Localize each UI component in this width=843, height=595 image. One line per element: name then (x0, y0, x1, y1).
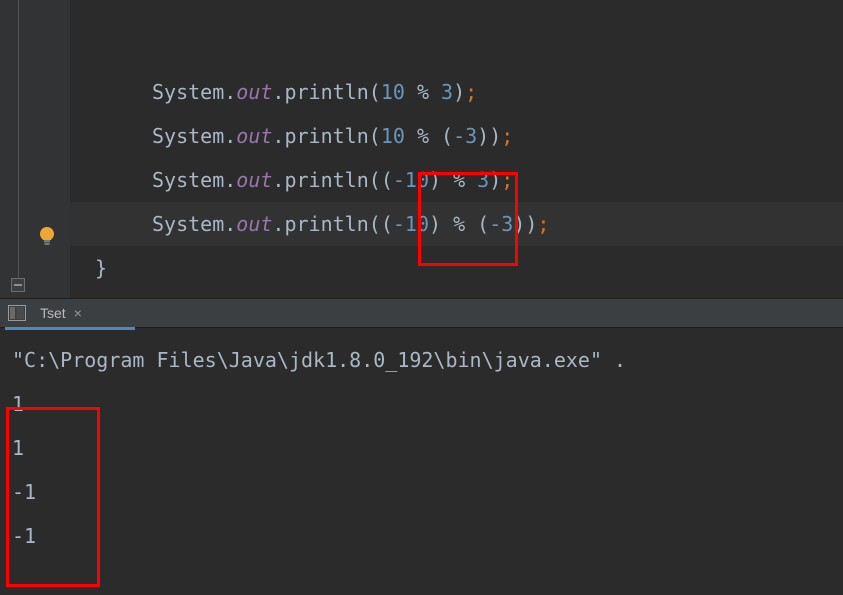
layout-icon[interactable] (8, 305, 26, 321)
code-line[interactable]: System.out.println(10 % (-3)); (70, 114, 843, 158)
console-line: 1 (12, 426, 831, 470)
method-call: println (284, 80, 368, 104)
code-line[interactable]: System.out.println((-10) % (-3)); (70, 202, 843, 246)
run-tab[interactable]: Tset × (34, 298, 88, 328)
method-call: println (284, 212, 368, 236)
console-output[interactable]: "C:\Program Files\Java\jdk1.8.0_192\bin\… (0, 328, 843, 558)
number-literal: -10 (393, 212, 429, 236)
console-line: -1 (12, 514, 831, 558)
intention-bulb-icon[interactable] (37, 225, 57, 245)
number-literal: -3 (489, 212, 513, 236)
field-ref: out (236, 124, 272, 148)
close-icon[interactable]: × (74, 306, 82, 320)
fold-guide (18, 0, 19, 283)
number-literal: 3 (441, 80, 453, 104)
class-ref: System (152, 80, 224, 104)
code-line[interactable]: System.out.println((-10) % 3); (70, 158, 843, 202)
console-command: "C:\Program Files\Java\jdk1.8.0_192\bin\… (12, 338, 831, 382)
active-tab-indicator (5, 327, 135, 330)
number-literal: -3 (453, 124, 477, 148)
number-literal: 3 (477, 168, 489, 192)
run-tool-window-header: Tset × (0, 298, 843, 328)
code-line[interactable]: System.out.println(10 % 3); (70, 70, 843, 114)
editor-gutter (0, 0, 70, 320)
fold-collapse-icon[interactable] (11, 278, 25, 292)
number-literal: 10 (381, 80, 405, 104)
console-line: -1 (12, 470, 831, 514)
field-ref: out (236, 212, 272, 236)
method-call: println (284, 168, 368, 192)
method-call: println (284, 124, 368, 148)
console-line: 1 (12, 382, 831, 426)
field-ref: out (236, 168, 272, 192)
field-ref: out (236, 80, 272, 104)
class-ref: System (152, 124, 224, 148)
class-ref: System (152, 168, 224, 192)
number-literal: -10 (393, 168, 429, 192)
number-literal: 10 (381, 124, 405, 148)
run-tab-label: Tset (40, 305, 66, 321)
code-editor[interactable]: System.out.println(10 % 3); System.out.p… (0, 0, 843, 290)
code-lines[interactable]: System.out.println(10 % 3); System.out.p… (70, 70, 843, 290)
closing-brace: } (95, 256, 107, 280)
code-line[interactable]: } (70, 246, 843, 290)
class-ref: System (152, 212, 224, 236)
